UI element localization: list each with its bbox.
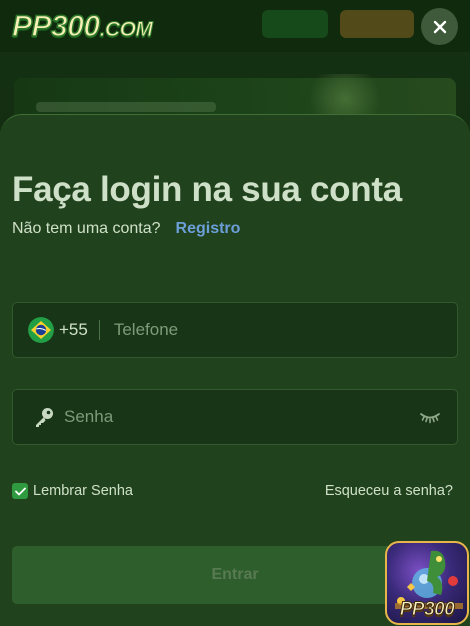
phone-divider	[98, 320, 100, 340]
remember-checkbox[interactable]	[12, 483, 28, 499]
app-badge-label: PP300	[399, 599, 455, 621]
brazil-flag-icon[interactable]	[28, 317, 54, 343]
eye-closed-icon[interactable]	[419, 410, 441, 424]
password-field	[12, 389, 458, 445]
password-input[interactable]	[64, 390, 419, 444]
site-logo: PP300 .COM	[11, 9, 153, 44]
close-button[interactable]	[421, 8, 458, 45]
logo-main-text: PP300	[11, 9, 101, 44]
register-link[interactable]: Registro	[176, 220, 241, 238]
forgot-password-link[interactable]: Esqueceu a senha?	[325, 483, 453, 499]
close-icon	[433, 20, 446, 33]
key-icon	[36, 408, 53, 427]
register-prompt: Não tem uma conta? Registro	[12, 220, 240, 238]
country-code-selector[interactable]: +55	[59, 320, 88, 340]
check-icon	[14, 487, 26, 495]
app-download-badge[interactable]: PP300	[385, 541, 469, 625]
login-title: Faça login na sua conta	[12, 170, 402, 209]
logo-suffix-text: .COM	[99, 18, 153, 42]
phone-input[interactable]	[113, 303, 457, 357]
remember-password-toggle[interactable]: Lembrar Senha	[12, 483, 133, 499]
remember-label: Lembrar Senha	[33, 483, 133, 499]
phone-field: +55	[12, 302, 458, 358]
no-account-text: Não tem uma conta?	[12, 220, 161, 237]
